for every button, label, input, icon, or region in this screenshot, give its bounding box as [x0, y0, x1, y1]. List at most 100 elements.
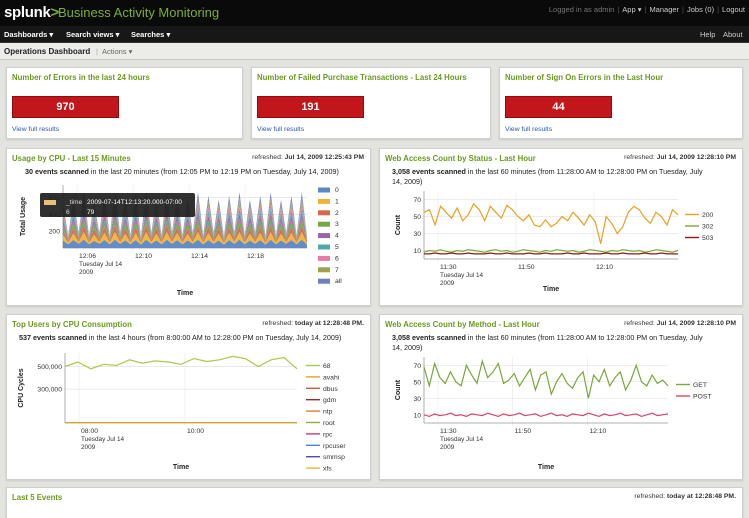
x-tick-sublabel: Tuesday Jul 14 — [440, 272, 484, 279]
top-header: splunk> Business Activity Monitoring Log… — [0, 0, 749, 26]
main-nav: Dashboards ▾ Search views ▾ Searches ▾ H… — [0, 26, 749, 43]
legend-label-smmsp: smmsp — [323, 454, 345, 461]
dashboard-bar: Operations Dashboard | Actions ▾ — [0, 43, 749, 60]
x-tick-label: 08:00 — [81, 428, 98, 435]
x-tick-label: 11:50 — [518, 264, 535, 271]
legend-label-rpc: rpc — [323, 431, 333, 438]
web-status-panel: Web Access Count by Status - Last Hour r… — [379, 148, 743, 306]
failed-purchases-value[interactable]: 191 — [257, 96, 364, 118]
y-tick-label: 70 — [413, 363, 421, 370]
nav-searches[interactable]: Searches ▾ — [131, 30, 170, 39]
app-title: Business Activity Monitoring — [58, 5, 220, 20]
plot-area — [65, 353, 297, 423]
panel-title: Number of Sign On Errors in the Last Hou… — [505, 73, 664, 82]
actions-menu[interactable]: | Actions ▾ — [96, 47, 132, 56]
y-tick-label: 200 — [49, 229, 61, 236]
x-tick-label: 11:30 — [440, 264, 457, 271]
tooltip-key: _time — [65, 199, 82, 206]
tooltip-value: 79 — [87, 209, 95, 216]
x-tick-sublabel: Tuesday Jul 14 — [81, 436, 125, 443]
panel-title: Number of Errors in the last 24 hours — [12, 73, 150, 82]
y-axis-title: CPU Cycles — [18, 368, 25, 407]
legend-label-68: 68 — [323, 363, 331, 370]
legend-swatch-2 — [318, 210, 330, 216]
failed-purchases-panel: Number of Failed Purchase Transactions -… — [251, 67, 491, 139]
legend-label-gdm: gdm — [323, 397, 337, 404]
x-tick-label: 12:14 — [191, 253, 208, 260]
refreshed-time: today at 12:28:48 PM. — [666, 493, 736, 500]
legend-swatch-7 — [318, 267, 330, 273]
legend-swatch-3 — [318, 221, 330, 227]
x-tick-label: 12:10 — [596, 264, 613, 271]
x-tick-label: 12:06 — [79, 253, 96, 260]
signon-errors-panel: Number of Sign On Errors in the Last Hou… — [499, 67, 743, 139]
legend-label-GET: GET — [693, 382, 707, 389]
plot-area — [424, 357, 668, 423]
legend-label-200: 200 — [702, 212, 714, 219]
y-tick-label: 70 — [413, 197, 421, 204]
x-tick-sublabel: 2009 — [440, 280, 455, 287]
actions-label: Actions ▾ — [101, 47, 133, 56]
view-full-results-link[interactable]: View full results — [12, 126, 59, 133]
about-link[interactable]: About — [723, 30, 743, 39]
view-full-results-link[interactable]: View full results — [257, 126, 304, 133]
app-menu[interactable]: App ▾ — [622, 5, 641, 14]
legend-swatch-0 — [318, 187, 330, 193]
signon-errors-value[interactable]: 44 — [505, 96, 612, 118]
legend-swatch-1 — [318, 198, 330, 204]
plot-area — [424, 191, 678, 259]
panel-title: Last 5 Events — [12, 493, 63, 502]
error-count-value[interactable]: 970 — [12, 96, 119, 118]
legend-label-rpcuser: rpcuser — [323, 443, 346, 450]
y-tick-label: 300,000 — [37, 387, 62, 394]
nav-dashboards[interactable]: Dashboards ▾ — [4, 30, 53, 39]
x-axis-title: Time — [173, 464, 189, 471]
cpu-usage-panel: Usage by CPU - Last 15 Minutes refreshed… — [6, 148, 371, 306]
web-status-chart[interactable]: 10 30 50 70 11:30Tuesday Jul 142009 11:50 12:1… — [380, 149, 744, 307]
logged-in-label: Logged in as admin — [548, 5, 615, 14]
x-tick-sublabel: Tuesday Jul 14 — [79, 261, 123, 268]
logout-link[interactable]: Logout — [722, 5, 745, 14]
jobs-link[interactable]: Jobs (0) — [687, 5, 714, 14]
x-tick-label: 11:30 — [440, 428, 457, 435]
nav-search-views[interactable]: Search views ▾ — [66, 30, 119, 39]
legend-label-dbus: dbus — [323, 386, 338, 393]
x-tick-sublabel: 2009 — [440, 444, 455, 451]
legend-label-2: 2 — [335, 210, 339, 217]
top-users-chart[interactable]: 300,000 500,000 08:00Tuesday Jul 142009 10:… — [7, 315, 372, 481]
legend-label-6: 6 — [335, 255, 339, 262]
tooltip-swatch — [44, 200, 56, 205]
web-method-chart[interactable]: 10 30 50 70 11:30Tuesday Jul 142009 11:50 12:1… — [380, 315, 744, 481]
x-tick-label: 10:00 — [187, 428, 204, 435]
legend-swatch-6 — [318, 255, 330, 261]
legend-label-xfs: xfs — [323, 466, 332, 473]
user-links: Logged in as admin | App ▾ | Manager | Jobs (0… — [548, 5, 745, 14]
legend-label-4: 4 — [335, 233, 339, 240]
y-tick-label: 30 — [413, 231, 421, 238]
chart-tooltip: _time 2009-07-14T12:13:20.000-07:00 6 79 — [40, 193, 195, 217]
x-tick-sublabel: Tuesday Jul 14 — [440, 436, 484, 443]
help-link[interactable]: Help — [700, 30, 715, 39]
page-title: Operations Dashboard — [4, 47, 91, 56]
cpu-usage-chart[interactable]: 20040060012:06Tuesday Jul 14200912:1012:… — [7, 149, 372, 307]
y-axis-title: Count — [395, 379, 402, 400]
splunk-logo[interactable]: splunk> — [4, 4, 59, 21]
x-tick-label: 11:50 — [515, 428, 532, 435]
refreshed-timestamp: refreshed: today at 12:28:48 PM. — [634, 493, 736, 500]
top-users-panel: Top Users by CPU Consumption refreshed: … — [6, 314, 371, 480]
legend-label-503: 503 — [702, 235, 714, 242]
legend-label-7: 7 — [335, 267, 339, 274]
x-tick-label: 12:10 — [589, 428, 606, 435]
web-method-panel: Web Access Count by Method - Last Hour r… — [379, 314, 743, 480]
legend-label-root: root — [323, 420, 335, 427]
logo-text: splunk — [4, 4, 51, 21]
legend-label-all: all — [335, 278, 342, 285]
tooltip-value: 2009-07-14T12:13:20.000-07:00 — [87, 199, 182, 206]
legend-label-ntp: ntp — [323, 409, 333, 416]
legend-label-avahi: avahi — [323, 374, 340, 381]
y-tick-label: 30 — [413, 396, 421, 403]
manager-link[interactable]: Manager — [649, 5, 679, 14]
view-full-results-link[interactable]: View full results — [505, 126, 552, 133]
x-axis-title: Time — [177, 290, 193, 297]
errors-24h-panel: Number of Errors in the last 24 hours 97… — [6, 67, 243, 139]
